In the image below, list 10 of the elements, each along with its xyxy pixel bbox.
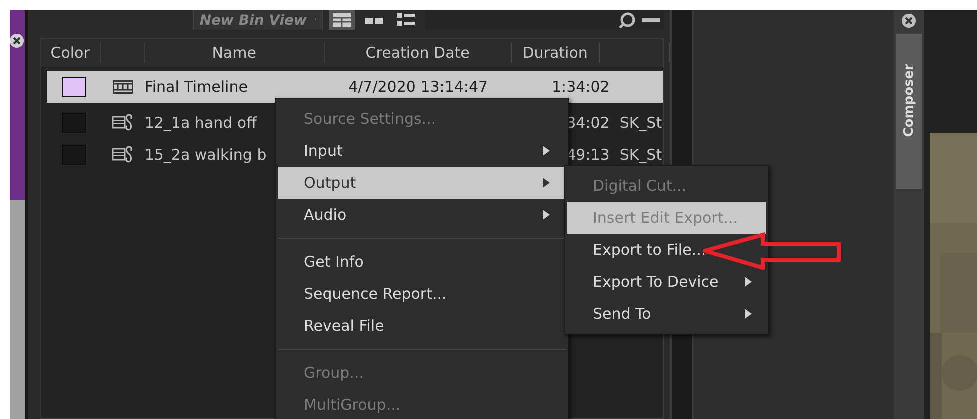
table-cell: SK_St [620, 114, 662, 132]
duration: 49:13 [566, 146, 610, 164]
clip-name: Final Timeline [144, 78, 248, 96]
tab-label: Composer [902, 64, 917, 138]
duration: 1:34:02 [552, 78, 610, 96]
clip-name: 15_2a walking b [144, 146, 267, 164]
duration: 34:02 [566, 114, 610, 132]
creation-date: 4/7/2020 13:14:47 [348, 78, 488, 96]
clip-name: 12_1a hand off [144, 114, 257, 132]
table-cell: SK_St [620, 146, 662, 164]
